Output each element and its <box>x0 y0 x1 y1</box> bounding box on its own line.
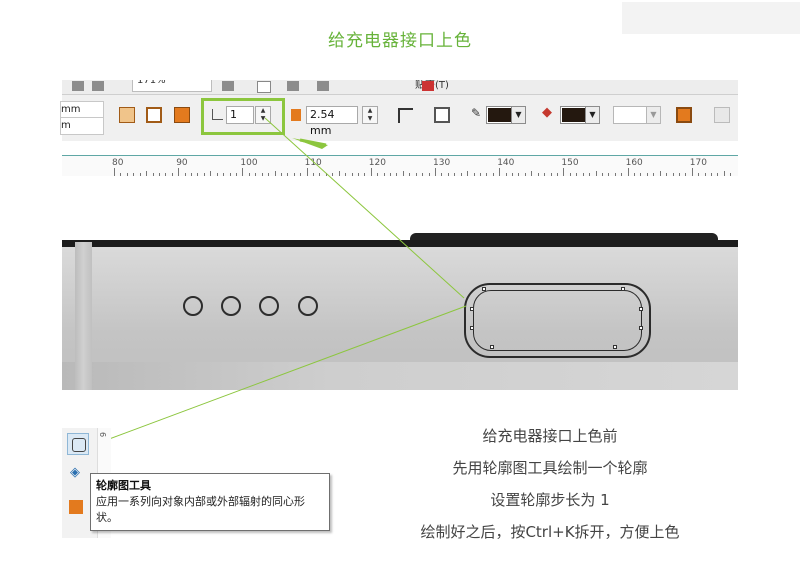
eyedropper-tool-icon[interactable] <box>69 500 83 514</box>
instruction-line-4: 绘制好之后，按Ctrl+K拆开，方便上色 <box>420 523 680 541</box>
vertical-ruler-label: 6 <box>98 431 108 438</box>
instruction-line-2: 先用轮廓图工具绘制一个轮廓 <box>452 459 648 477</box>
tooltip-description: 应用一系列向对象内部或外部辐射的同心形状。 <box>96 495 305 524</box>
fill-tool-icon[interactable]: ◈ <box>70 465 80 480</box>
tooltip-title: 轮廓图工具 <box>96 479 151 492</box>
instruction-line-1: 给充电器接口上色前 <box>482 427 618 445</box>
connector-line-top <box>264 117 465 299</box>
contour-tool-button[interactable] <box>67 433 89 455</box>
contour-tool-icon <box>72 438 86 452</box>
tool-tooltip: 轮廓图工具 应用一系列向对象内部或外部辐射的同心形状。 <box>90 473 330 531</box>
instruction-line-3: 设置轮廓步长为 1 <box>490 491 610 509</box>
